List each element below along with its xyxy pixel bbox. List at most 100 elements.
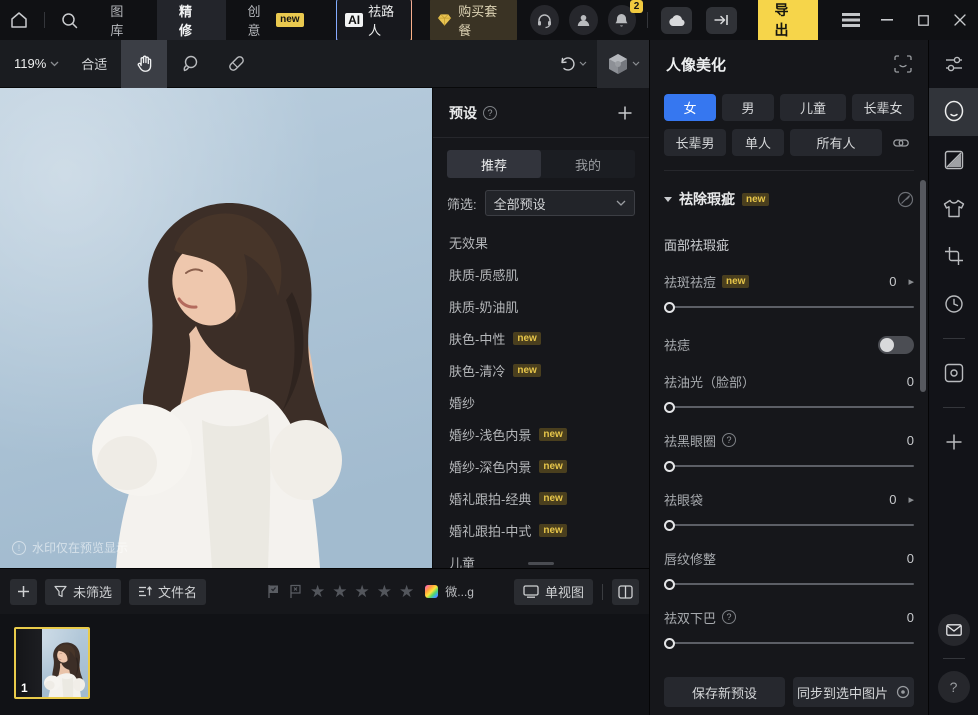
help-icon[interactable]: ? — [722, 610, 736, 624]
tab-mine[interactable]: 我的 — [541, 150, 635, 178]
scroll-indicator[interactable] — [528, 562, 554, 565]
sidebar-exposure[interactable] — [929, 136, 978, 184]
export-button[interactable]: 导出 — [758, 0, 819, 45]
face-btn-everyone[interactable]: 所有人 — [790, 129, 882, 156]
home-button[interactable] — [0, 0, 38, 40]
section-reset-button[interactable] — [897, 191, 914, 208]
face-btn-child[interactable]: 儿童 — [780, 94, 846, 121]
sidebar-portrait[interactable] — [929, 88, 978, 136]
sort-by-button[interactable]: 文件名 — [129, 579, 206, 605]
preset-item[interactable]: 婚纱-深色内景new — [449, 450, 649, 482]
main-menu-button[interactable] — [832, 0, 868, 40]
slider-thumb[interactable] — [664, 579, 675, 590]
slider-thumb[interactable] — [664, 402, 675, 413]
flag-reject-icon[interactable] — [288, 584, 303, 599]
preview-style-button[interactable] — [597, 40, 649, 88]
preset-item[interactable]: 肤质-质感肌 — [449, 258, 649, 290]
local-adjust-tool-button[interactable] — [167, 40, 213, 88]
star-rating-4[interactable]: ★ — [377, 582, 392, 602]
sidebar-watermark-frame[interactable] — [929, 349, 978, 397]
preset-item[interactable]: 肤质-奶油肌 — [449, 290, 649, 322]
thumbnail-selected[interactable]: 1 — [14, 627, 90, 699]
slider-track[interactable] — [664, 637, 914, 649]
face-btn-female[interactable]: 女 — [664, 94, 716, 121]
tab-gallery[interactable]: 图库 — [88, 0, 157, 40]
tab-creative[interactable]: 创意 new — [226, 0, 326, 40]
hand-tool-button[interactable] — [121, 40, 167, 88]
slider-track[interactable] — [664, 301, 914, 313]
sidebar-add-tool[interactable] — [929, 418, 978, 466]
tab-edit[interactable]: 精修 — [157, 0, 226, 40]
sync-to-selected-button[interactable]: 同步到选中图片 — [793, 677, 914, 707]
preset-item[interactable]: 婚纱-浅色内景new — [449, 418, 649, 450]
star-rating-2[interactable]: ★ — [332, 582, 347, 602]
fit-to-screen-button[interactable]: 合适 — [67, 54, 121, 73]
heal-patch-tool-button[interactable] — [213, 40, 259, 88]
question-icon: ? — [950, 679, 958, 695]
flag-pick-icon[interactable] — [266, 584, 281, 599]
cloud-sync-button[interactable] — [661, 7, 692, 34]
preset-item[interactable]: 婚礼跟拍-中式new — [449, 514, 649, 546]
ai-chip: AI — [345, 13, 363, 27]
minimize-button[interactable] — [869, 0, 905, 40]
ai-remove-passerby-button[interactable]: AI 祛路人 — [336, 0, 413, 44]
maximize-button[interactable] — [905, 0, 941, 40]
add-preset-button[interactable] — [617, 105, 633, 121]
split-view-button[interactable] — [612, 579, 639, 605]
preset-help-icon[interactable]: ? — [483, 106, 497, 120]
remove-moles-toggle[interactable] — [878, 336, 914, 354]
sidebar-crop[interactable] — [929, 232, 978, 280]
slider-thumb[interactable] — [664, 520, 675, 531]
face-scan-button[interactable] — [894, 55, 912, 73]
star-rating-1[interactable]: ★ — [310, 582, 325, 602]
close-button[interactable] — [942, 0, 978, 40]
sidebar-clothing[interactable] — [929, 184, 978, 232]
sidebar-history[interactable] — [929, 280, 978, 328]
tab-recommended[interactable]: 推荐 — [447, 150, 541, 178]
slider-thumb[interactable] — [664, 302, 675, 313]
star-rating-5[interactable]: ★ — [399, 582, 414, 602]
preset-item[interactable]: 肤色-中性new — [449, 322, 649, 354]
help-button[interactable]: ? — [938, 671, 970, 703]
color-label-chip[interactable] — [425, 585, 438, 598]
preset-item[interactable]: 婚纱 — [449, 386, 649, 418]
help-icon[interactable]: ? — [722, 433, 736, 447]
target-icon — [896, 685, 910, 699]
link-faces-button[interactable] — [888, 129, 914, 156]
slider-thumb[interactable] — [664, 638, 675, 649]
undo-button[interactable] — [548, 55, 597, 73]
preset-item[interactable]: 肤色-清冷new — [449, 354, 649, 386]
slider-track[interactable] — [664, 578, 914, 590]
buy-package-button[interactable]: 购买套餐 — [430, 0, 517, 43]
headset-icon — [536, 12, 553, 29]
preset-item[interactable]: 无效果 — [449, 226, 649, 258]
slider-track[interactable] — [664, 401, 914, 413]
notifications-button[interactable]: 2 — [608, 5, 637, 35]
sidebar-adjustments[interactable] — [929, 40, 978, 88]
save-new-preset-button[interactable]: 保存新预设 — [664, 677, 785, 707]
panel-scrollbar[interactable] — [920, 180, 926, 392]
single-view-button[interactable]: 单视图 — [514, 579, 593, 605]
star-rating-3[interactable]: ★ — [355, 582, 370, 602]
expand-arrow-icon[interactable]: ▸ — [908, 493, 914, 506]
filter-status-button[interactable]: 未筛选 — [45, 579, 121, 605]
expand-arrow-icon[interactable]: ▸ — [908, 275, 914, 288]
section-remove-blemish[interactable]: 祛除瑕疵 new — [664, 189, 914, 209]
preset-filter-select[interactable]: 全部预设 — [485, 190, 635, 216]
face-btn-male[interactable]: 男 — [722, 94, 774, 121]
add-photo-button[interactable] — [10, 579, 37, 605]
account-button[interactable] — [569, 5, 598, 35]
feedback-mail-button[interactable] — [938, 614, 970, 646]
search-icon[interactable] — [51, 0, 89, 40]
photo-canvas[interactable]: ! 水印仅在预览显示 — [0, 88, 432, 568]
support-headset-button[interactable] — [530, 5, 559, 35]
zoom-level-select[interactable]: 119% — [0, 56, 67, 71]
quick-export-button[interactable] — [706, 7, 737, 34]
face-btn-single[interactable]: 单人 — [732, 129, 784, 156]
slider-thumb[interactable] — [664, 461, 675, 472]
slider-track[interactable] — [664, 460, 914, 472]
preset-item[interactable]: 婚礼跟拍-经典new — [449, 482, 649, 514]
face-btn-elder-female[interactable]: 长辈女 — [852, 94, 914, 121]
slider-track[interactable] — [664, 519, 914, 531]
face-btn-elder-male[interactable]: 长辈男 — [664, 129, 726, 156]
